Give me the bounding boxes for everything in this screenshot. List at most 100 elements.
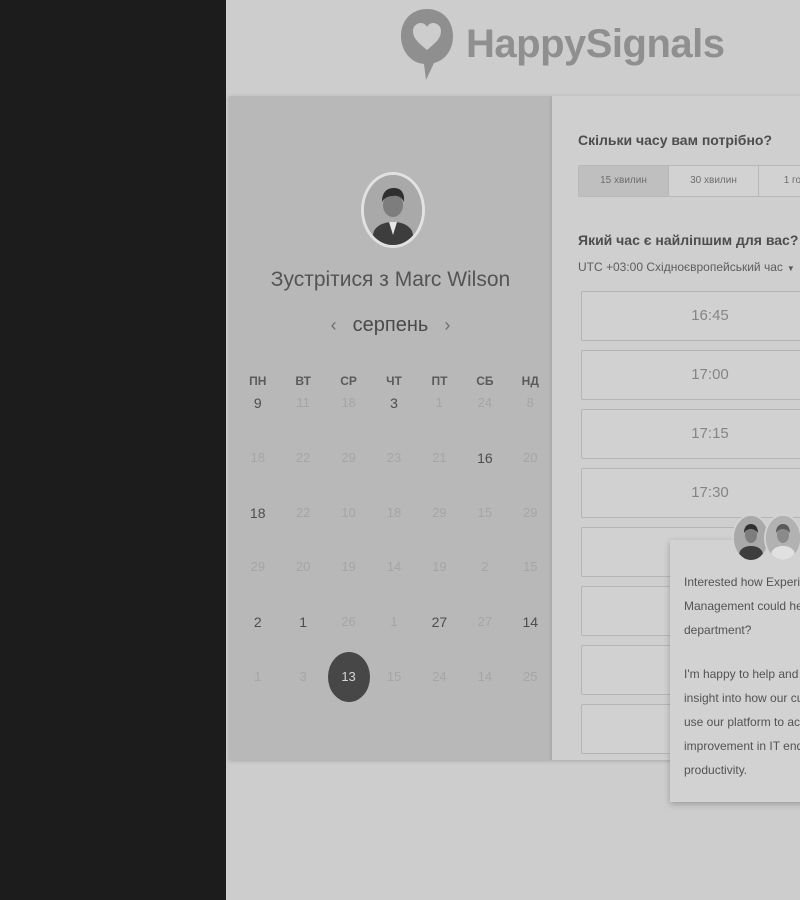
calendar-day: 18 [326,393,371,448]
calendar-day: 24 [462,393,507,448]
calendar-day-number: 10 [341,504,356,520]
calendar-day: 15 [508,557,553,612]
weekday-header: ПН ВТ СР ЧТ ПТ СБ НД [235,374,553,388]
time-slot-label: 17:30 [691,484,729,501]
calendar-day[interactable]: 2 [235,612,280,667]
calendar-day-number: 9 [253,395,262,411]
calendar-day-number: 18 [386,504,402,520]
calendar-day-number: 15 [523,559,538,575]
weekday-label: ЧТ [386,374,402,388]
calendar-day-number: 29 [250,559,265,575]
timezone-dropdown[interactable]: UTC +03:00 Східноєвропейський час ▼ [578,260,795,274]
weekday-label: СР [340,374,357,388]
duration-option-30[interactable]: 30 хвилин [669,166,759,196]
time-slot-label: 17:00 [691,366,729,383]
calendar-day: 8 [508,393,553,448]
calendar-day-number: 15 [477,504,493,520]
calendar-day[interactable]: 3 [371,393,416,448]
calendar-day-number: 3 [390,395,398,411]
calendar-day: 3 [280,667,325,722]
heart-chat-icon [401,9,453,80]
calendar-day: 19 [417,557,462,612]
calendar-day-number: 29 [523,504,538,520]
calendar-day: 14 [462,667,507,722]
chat-message-line: Interested how Experience [684,575,800,589]
time-slot-button[interactable]: 17:30 [581,468,800,518]
calendar-day-selected[interactable]: 13 [326,652,371,722]
calendar-day: 15 [462,503,507,558]
calendar-day-number: 19 [341,559,356,575]
calendar-grid: 9 11 18 3 1 24 8 18 22 29 23 21 16 20 18 22 10 18 29 15 29 29… [235,393,553,722]
chat-message-line: department? [684,623,752,637]
calendar-day-number: 13 [341,668,356,684]
calendar-day: 29 [235,557,280,612]
calendar-day: 15 [371,667,416,722]
calendar-day[interactable]: 1 [280,612,325,667]
calendar-day-number: 24 [477,395,493,410]
time-slot-button[interactable]: 16:45 [581,291,800,341]
calendar-day-number: 11 [296,395,310,410]
calendar-day-number: 22 [295,504,311,520]
calendar-day: 22 [280,503,325,558]
month-navigation: ‹ серпень › [229,314,552,337]
chat-paragraph-gap [684,642,800,662]
calendar-day-number: 26 [341,614,356,630]
calendar-panel: Зустрітися з Marc Wilson ‹ серпень › ПН … [229,96,552,760]
weekday-label: ПН [249,374,267,388]
chat-avatars [732,514,800,562]
person-icon [734,516,768,560]
calendar-day[interactable]: 14 [508,612,553,667]
chat-popup[interactable]: Interested how Experience Management cou… [670,514,800,802]
duration-option-60[interactable]: 1 година [759,166,800,196]
calendar-day: 21 [417,448,462,503]
calendar-day: 29 [508,503,553,558]
calendar-day: 11 [280,393,325,448]
calendar-day[interactable]: 18 [235,503,280,558]
calendar-day: 25 [508,667,553,722]
calendar-day: 22 [280,448,325,503]
calendar-day: 19 [326,557,371,612]
calendar-day-number: 21 [432,449,447,465]
calendar-day: 18 [371,503,416,558]
calendar-day-number: 23 [386,449,402,465]
calendar-day[interactable]: 16 [462,448,507,503]
calendar-day[interactable]: 9 [235,393,280,448]
calendar-day-number: 1 [299,614,308,631]
calendar-day-number: 14 [477,668,493,684]
time-slot-button[interactable]: 17:15 [581,409,800,459]
calendar-day: 2 [462,557,507,612]
calendar-day-number: 25 [523,668,538,684]
calendar-day: 1 [417,393,462,448]
month-label: серпень [352,314,429,336]
chat-message-line: use our platform to achieve [684,715,800,729]
chat-message-line: improvement in IT end-user [684,739,800,753]
duration-option-15[interactable]: 15 хвилин [579,166,669,196]
calendar-day-number: 1 [254,668,262,684]
calendar-day: 20 [508,448,553,503]
calendar-day-number: 20 [523,449,538,465]
calendar-day: 29 [417,503,462,558]
meeting-title: Зустрітися з Marc Wilson [270,268,511,291]
brand-logo[interactable]: HappySignals [398,4,725,84]
prev-month-button[interactable]: ‹ [331,315,337,336]
time-slot-button[interactable]: 17:00 [581,350,800,400]
person-icon [766,516,800,560]
next-month-button[interactable]: › [444,315,450,336]
weekday-label: СБ [476,374,494,388]
calendar-day-number: 24 [432,668,447,684]
calendar-day: 18 [235,448,280,503]
caret-down-icon: ▼ [786,264,795,273]
weekday-label: ВТ [295,374,311,388]
person-icon [364,175,422,245]
calendar-day: 20 [280,557,325,612]
calendar-day[interactable]: 27 [417,612,462,667]
timezone-label: UTC +03:00 Східноєвропейський час [578,260,783,274]
calendar-day-number: 20 [295,559,311,575]
calendar-day-number: 18 [341,395,356,410]
time-question: Який час є найліпшим для вас? [578,232,799,248]
calendar-day-number: 14 [522,614,539,631]
calendar-day-number: 29 [341,449,356,465]
calendar-day: 23 [371,448,416,503]
calendar-day: 27 [462,612,507,667]
calendar-day: 1 [235,667,280,722]
